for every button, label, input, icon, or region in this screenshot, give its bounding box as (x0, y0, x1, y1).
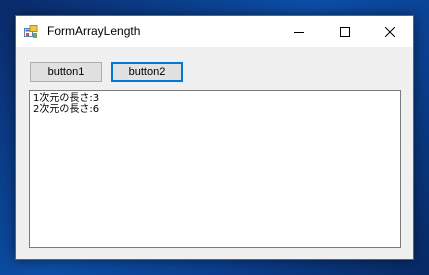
button1[interactable]: button1 (30, 62, 102, 82)
title-bar[interactable]: FormArrayLength (16, 16, 413, 47)
textbox-line: 2次元の長さ:6 (33, 104, 100, 115)
window-title: FormArrayLength (47, 24, 141, 38)
app-window: FormArrayLength button1 button2 1次元の長さ:3… (15, 15, 414, 260)
form-client-area: button1 button2 1次元の長さ:3 2次元の長さ:6 (16, 47, 413, 259)
textbox-line: 1次元の長さ:3 (33, 93, 100, 104)
minimize-icon (294, 31, 304, 33)
output-textbox[interactable]: 1次元の長さ:3 2次元の長さ:6 (29, 90, 401, 248)
button2[interactable]: button2 (111, 62, 183, 82)
minimize-button[interactable] (276, 16, 322, 47)
close-button[interactable] (367, 16, 413, 47)
maximize-button[interactable] (322, 16, 368, 47)
maximize-icon (340, 26, 350, 37)
winforms-app-icon (24, 25, 38, 38)
close-icon (385, 26, 395, 37)
